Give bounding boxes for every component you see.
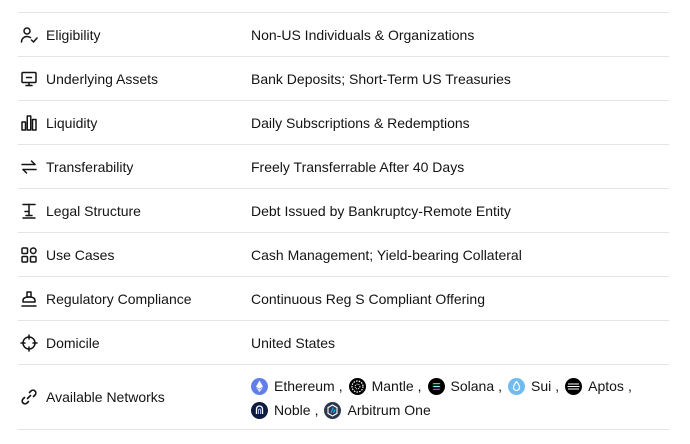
row-label: Transferability (46, 159, 134, 175)
network-noble: Noble (251, 401, 311, 419)
row-value: Non-US Individuals & Organizations (251, 27, 475, 43)
row-value: Daily Subscriptions & Redemptions (251, 115, 470, 131)
network-sui: Sui (508, 377, 552, 395)
network-separator: , (498, 378, 502, 394)
network-mantle: Mantle (348, 377, 414, 395)
screen-asset-icon (20, 70, 38, 88)
mantle-icon (348, 377, 366, 395)
network-separator: , (555, 378, 560, 394)
network-separator: , (314, 402, 319, 418)
row-label: Regulatory Compliance (46, 291, 192, 307)
network-name: Sui (531, 378, 552, 394)
network-arbitrum-one: Arbitrum One (324, 401, 431, 419)
row-label: Use Cases (46, 247, 115, 263)
row-value: Cash Management; Yield-bearing Collatera… (251, 247, 522, 263)
network-name: Ethereum (274, 378, 335, 394)
sui-icon (508, 377, 525, 395)
solana-icon (427, 377, 445, 395)
row-value: Continuous Reg S Compliant Offering (251, 291, 485, 307)
network-name: Arbitrum One (347, 402, 431, 418)
row-value: United States (251, 335, 336, 351)
table-row-regulatory-compliance: Regulatory Compliance Continuous Reg S C… (18, 277, 669, 321)
bar-chart-icon (20, 114, 38, 132)
row-value: Debt Issued by Bankruptcy-Remote Entity (251, 203, 511, 219)
noble-icon (251, 401, 268, 419)
network-name: Solana (450, 378, 495, 394)
networks-line: Ethereum , Mantle , Solana , Sui , Aptos… (251, 374, 661, 398)
person-check-icon (20, 26, 38, 44)
network-separator: , (338, 378, 343, 394)
table-row-domicile: Domicile United States (18, 321, 669, 365)
network-separator: , (417, 378, 422, 394)
row-label: Eligibility (46, 27, 101, 43)
table-row-liquidity: Liquidity Daily Subscriptions & Redempti… (18, 101, 669, 145)
row-value: Freely Transferrable After 40 Days (251, 159, 465, 175)
row-label: Available Networks (46, 389, 165, 405)
ethereum-icon (251, 377, 268, 395)
table-row-use-cases: Use Cases Cash Management; Yield-bearing… (18, 233, 669, 277)
stamp-icon (20, 290, 38, 308)
table-row-underlying-assets: Underlying Assets Bank Deposits; Short-T… (18, 57, 669, 101)
crosshair-icon (20, 334, 38, 352)
networks-list: Ethereum , Mantle , Solana , Sui , Aptos… (251, 374, 661, 422)
table-row-transferability: Transferability Freely Transferrable Aft… (18, 145, 669, 189)
grid-shapes-icon (20, 246, 38, 264)
arbitrum-icon (324, 401, 342, 419)
network-name: Aptos (588, 378, 624, 394)
row-label: Underlying Assets (46, 71, 159, 87)
row-value: Bank Deposits; Short-Term US Treasuries (251, 71, 511, 87)
legal-structure-icon (20, 202, 38, 220)
row-label: Legal Structure (46, 203, 141, 219)
transfer-arrows-icon (20, 158, 38, 176)
link-icon (20, 388, 38, 406)
network-aptos: Aptos (565, 377, 624, 395)
network-ethereum: Ethereum (251, 377, 335, 395)
row-label: Domicile (46, 335, 100, 351)
table-row-legal-structure: Legal Structure Debt Issued by Bankruptc… (18, 189, 669, 233)
aptos-icon (565, 377, 583, 395)
network-name: Noble (274, 402, 311, 418)
table-row-eligibility: Eligibility Non-US Individuals & Organiz… (18, 13, 669, 57)
row-label: Liquidity (46, 115, 98, 131)
fund-details-table: Eligibility Non-US Individuals & Organiz… (18, 12, 669, 430)
network-separator: , (627, 378, 632, 394)
networks-line: Noble , Arbitrum One (251, 398, 661, 422)
network-name: Mantle (371, 378, 414, 394)
table-row-available-networks: Available Networks Ethereum , Mantle , S… (18, 365, 669, 430)
network-solana: Solana (427, 377, 495, 395)
